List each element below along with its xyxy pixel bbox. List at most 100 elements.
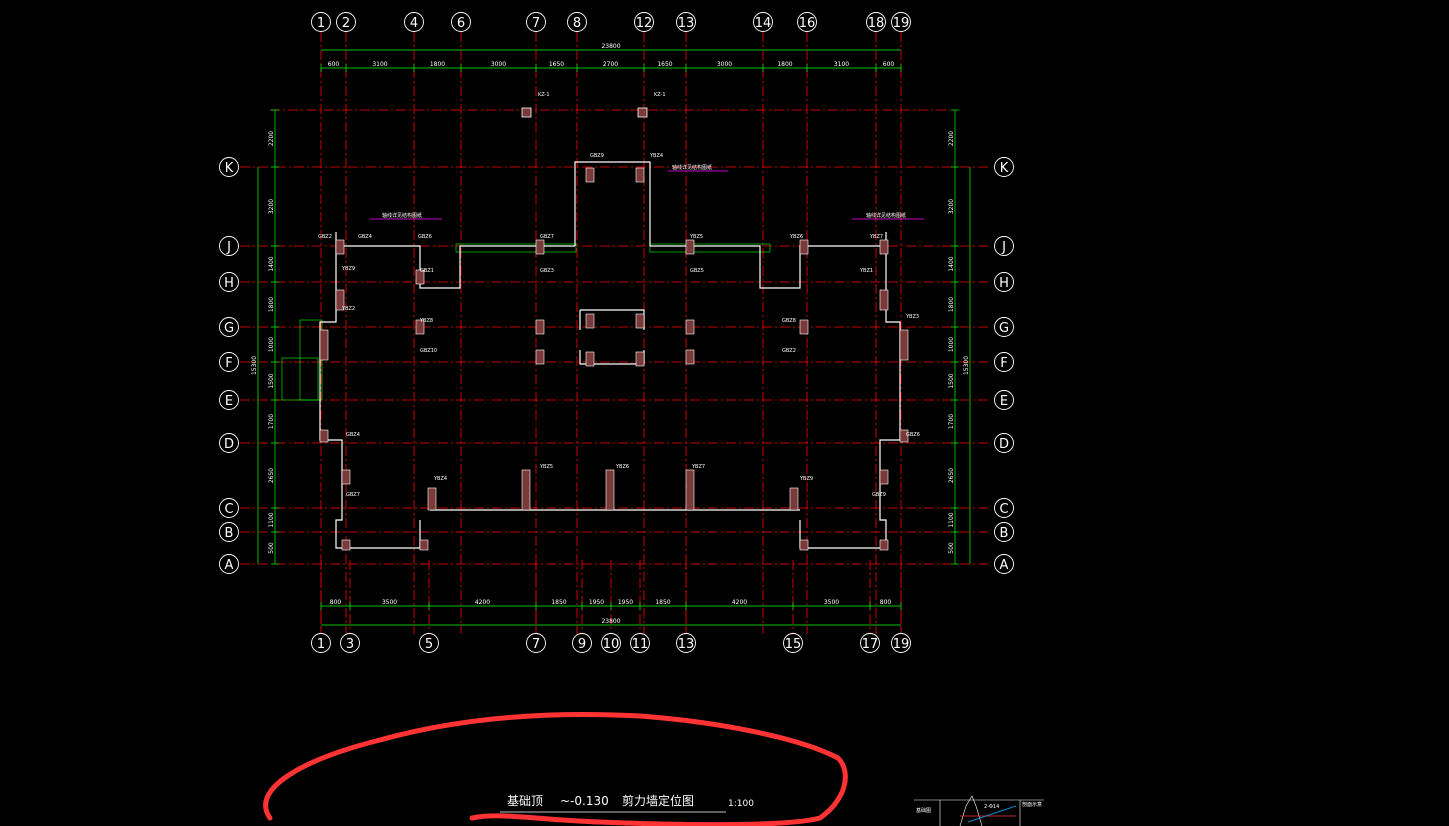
axis-bubble-top-label: 6 [457, 16, 465, 31]
dim-text-v: 2200 [268, 131, 275, 146]
axis-bubble-bottom-label: 13 [678, 637, 695, 652]
shear-wall-piece [799, 539, 809, 551]
shear-wall-piece [879, 289, 889, 311]
dim-text: 600 [883, 61, 895, 68]
dim-text-v: 3200 [268, 199, 275, 214]
wall-tag: YBZ5 [539, 464, 553, 470]
local-dim-box [649, 243, 771, 253]
dim-text: 4200 [475, 599, 490, 606]
dim-text-v: 1800 [268, 297, 275, 312]
wall-tag: YBZ6 [615, 464, 629, 470]
wall-tag: GBZ9 [872, 492, 886, 498]
dim-text-v: 3200 [948, 199, 955, 214]
dim-text-v: 2650 [268, 468, 275, 483]
axis-bubble-bottom-label: 11 [632, 637, 649, 652]
shear-wall-piece [879, 239, 889, 255]
axis-bubble-bottom-label: 3 [346, 637, 354, 652]
axis-grid [240, 32, 990, 634]
dim-text-v: 2650 [948, 468, 955, 483]
shear-wall-piece [521, 469, 531, 511]
cad-drawing-canvas[interactable]: 1 2 4 6 7 8 12 13 14 16 18 191 3 5 7 9 10 11 13 15 17 19K KJ JH… [0, 0, 1449, 826]
drawing-title: 基础顶 ~-0.130 剪力墙定位图 1:100 [500, 793, 754, 813]
axis-bubble-bottom-label: 7 [532, 637, 540, 652]
shear-wall-piece [319, 329, 329, 361]
shear-wall-piece [535, 349, 545, 365]
axis-bubble-top-label: 2 [342, 16, 350, 31]
shear-wall-piece [335, 239, 345, 255]
shear-wall-piece [319, 429, 329, 443]
dim-text-v: 1700 [268, 414, 275, 429]
shear-wall-piece [789, 487, 799, 511]
axis-bubble-bottom-label: 9 [578, 637, 586, 652]
dim-text-v: 1500 [268, 373, 275, 388]
dimension-lines [257, 49, 971, 626]
dim-text: 3000 [717, 61, 732, 68]
wall-tag: GBZ2 [782, 348, 796, 354]
axis-bubble-bottom-label: 10 [603, 637, 620, 652]
title-name: 剪力墙定位图 [622, 793, 694, 808]
shear-wall-piece [535, 239, 545, 255]
dim-text: 3100 [834, 61, 849, 68]
axis-bubble-top-label: 19 [893, 16, 910, 31]
axis-bubble-bottom-label: 1 [317, 637, 325, 652]
axis-bubble-side-label: A [225, 558, 234, 573]
dim-text: 2700 [603, 61, 618, 68]
axis-bubble-side-label: H [224, 276, 234, 291]
wall-tag: YBZ5 [689, 234, 703, 240]
dim-text: 600 [328, 61, 340, 68]
hand-drawn-highlight-circle [263, 712, 848, 826]
wall-tag: YBZ9 [799, 476, 813, 482]
wall-tag: GBZ8 [782, 318, 796, 324]
dim-text: 3500 [382, 599, 397, 606]
axis-bubble-side-label: K [1000, 161, 1009, 176]
wall-tag: GBZ3 [540, 268, 554, 274]
title-elevation: ~-0.130 [560, 794, 609, 808]
dim-total-text: 23800 [601, 43, 620, 50]
shear-wall-piece [635, 351, 645, 367]
dim-text: 800 [330, 599, 342, 606]
wall-tag: GBZ1 [420, 268, 434, 274]
axis-bubble-side-label: D [999, 437, 1009, 452]
wall-tag: GBZ4 [358, 234, 372, 240]
axis-bubble-side-label: E [1000, 394, 1008, 409]
axis-bubble-side-label: G [999, 321, 1009, 336]
axis-bubble-side-label: C [224, 502, 233, 517]
axis-bubble-side-label: B [225, 526, 234, 541]
axis-bubbles: 1 2 4 6 7 8 12 13 14 16 18 191 3 5 7 9 10 11 13 15 17 19K KJ JH… [219, 12, 1014, 653]
note-right: 轴线详见结构图纸 [852, 212, 924, 220]
axis-bubble-top-label: 18 [868, 16, 885, 31]
axis-bubble-side-label: E [225, 394, 233, 409]
axis-bubble-side-label: K [225, 161, 234, 176]
axis-bubble-side-label: B [1000, 526, 1009, 541]
axis-bubble-side-label: J [1001, 240, 1006, 255]
wall-tag: GBZ6 [418, 234, 432, 240]
wall-tag: YBZ1 [859, 268, 873, 274]
shear-walls [319, 161, 909, 551]
title-scale: 1:100 [728, 799, 754, 809]
wall-tag: YBZ3 [905, 314, 919, 320]
dim-total-v-text: 15300 [963, 356, 970, 375]
shear-wall-piece [635, 313, 645, 329]
axis-bubble-side-label: G [224, 321, 234, 336]
wall-tag: GBZ6 [906, 432, 920, 438]
dim-text-v: 1000 [948, 337, 955, 352]
shear-wall-piece [685, 239, 695, 255]
wall-tag: GBZ10 [420, 348, 437, 354]
column-tag-left: KZ-1 [538, 92, 550, 98]
wall-tag: YBZ7 [869, 234, 883, 240]
axis-bubble-top-label: 16 [799, 16, 816, 31]
shear-wall-piece [685, 349, 695, 365]
shear-wall-piece [535, 319, 545, 335]
title-prefix: 基础顶 [507, 794, 543, 808]
dim-text-v: 1100 [268, 512, 275, 527]
dim-text: 4200 [732, 599, 747, 606]
note-left: 轴线详见结构图纸 [370, 212, 442, 220]
dim-text: 1950 [589, 599, 604, 606]
dim-text-v: 1000 [268, 337, 275, 352]
local-dim-box [455, 243, 577, 253]
axis-bubble-side-label: C [999, 502, 1008, 517]
shear-wall-piece [685, 469, 695, 511]
axis-bubble-top-label: 8 [573, 16, 581, 31]
axis-bubble-top-label: 1 [317, 16, 325, 31]
note-center-text: 轴线详见结构图纸 [672, 164, 712, 171]
